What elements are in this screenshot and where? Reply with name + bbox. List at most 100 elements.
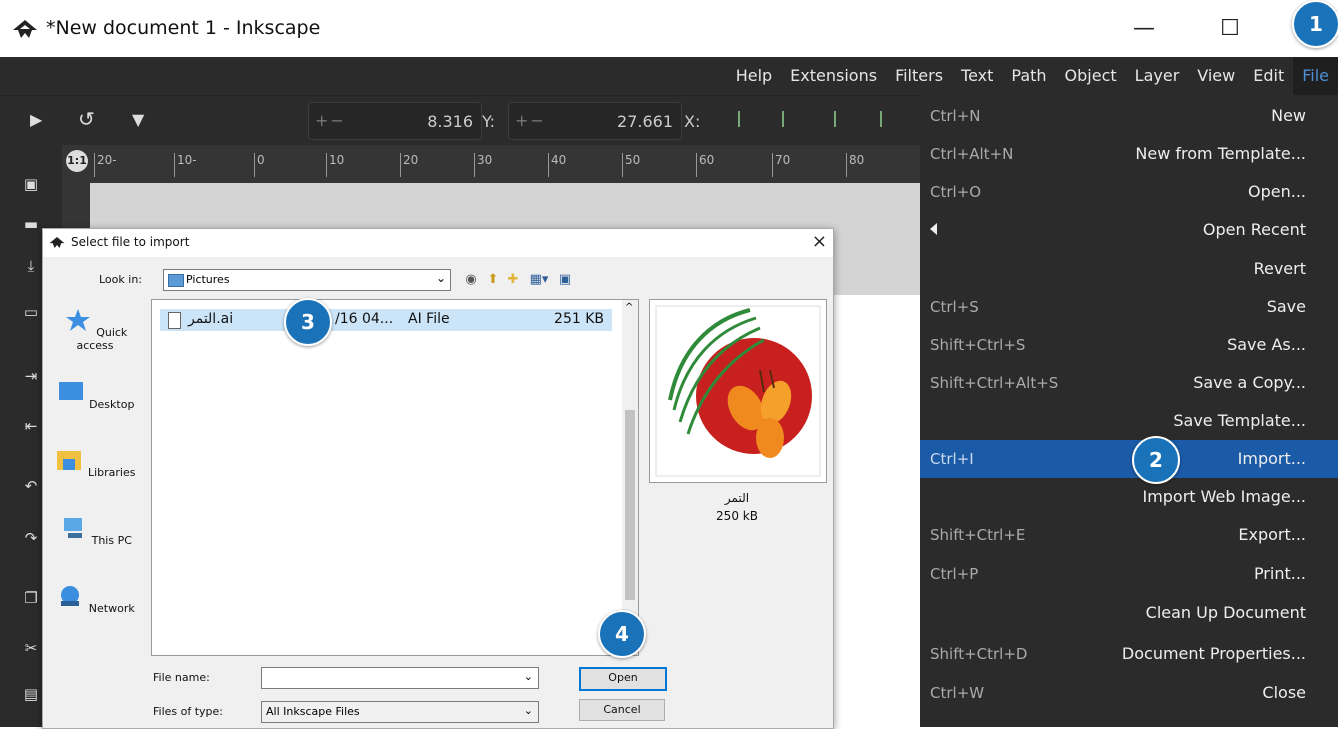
menu-item-new-from-template[interactable]: Ctrl+Alt+N New from Template...	[920, 135, 1338, 173]
menu-item-save-a-copy[interactable]: Shift+Ctrl+Alt+S Save a Copy...	[920, 364, 1338, 402]
align-center-icon[interactable]	[782, 111, 798, 127]
plus-minus-icon[interactable]: +−	[315, 111, 346, 130]
chevron-down-icon[interactable]: ⌄	[524, 670, 533, 683]
menu-item-revert[interactable]: Revert	[920, 250, 1338, 288]
y-coordinate-spinbox[interactable]: +− 8.316	[308, 102, 482, 140]
file-name-input[interactable]: ⌄	[261, 667, 539, 689]
import-icon[interactable]: ⇥	[22, 367, 40, 385]
vertical-scrollbar[interactable]: ^	[622, 300, 638, 655]
place-label: This PC	[91, 534, 132, 547]
menu-item-import-web-image[interactable]: Import Web Image...	[920, 478, 1338, 516]
menu-item-save-template[interactable]: Save Template...	[920, 402, 1338, 440]
menu-view[interactable]: View	[1188, 57, 1244, 95]
scroll-thumb[interactable]	[625, 410, 635, 600]
menu-item-label: Open...	[1248, 182, 1306, 201]
place-network[interactable]: Network	[51, 583, 139, 615]
look-in-select[interactable]: Pictures ⌄	[163, 269, 451, 291]
scroll-up-icon[interactable]: ^	[625, 302, 633, 313]
menu-item-label: Print...	[1253, 564, 1306, 583]
menu-item-save-as[interactable]: Shift+Ctrl+S Save As...	[920, 326, 1338, 364]
place-quick-access[interactable]: Quick access	[51, 307, 139, 352]
menu-help[interactable]: Help	[727, 57, 781, 95]
menu-item-label: Save	[1266, 297, 1306, 316]
maximize-button[interactable]: ☐	[1216, 14, 1244, 42]
y-label: Y:	[482, 112, 496, 131]
align-bottom-icon[interactable]	[880, 111, 896, 127]
file-type: AI File	[408, 311, 450, 327]
plus-minus-icon[interactable]: +−	[515, 111, 546, 130]
save-icon[interactable]: ⤓	[22, 257, 40, 275]
new-folder-icon[interactable]: ✚	[505, 272, 521, 288]
shortcut: Ctrl+P	[930, 565, 979, 583]
tool-controls-bar: ▶ ↺ ▼ +− 8.316 Y: +− 27.661 X:	[0, 95, 920, 146]
redo-icon[interactable]: ↷	[22, 529, 40, 547]
play-icon[interactable]: ▶	[30, 110, 42, 129]
menu-file[interactable]: File	[1293, 57, 1338, 95]
menu-item-label: Open Recent	[1202, 220, 1306, 239]
y-value[interactable]: 8.316	[427, 112, 473, 131]
menu-item-new[interactable]: Ctrl+N New	[920, 97, 1338, 135]
menu-item-label: Import...	[1237, 449, 1306, 468]
undo-icon[interactable]: ↶	[22, 477, 40, 495]
menu-item-export[interactable]: Shift+Ctrl+E Export...	[920, 516, 1338, 554]
network-icon	[61, 586, 80, 606]
menu-object[interactable]: Object	[1056, 57, 1126, 95]
place-label: Desktop	[89, 398, 135, 411]
menu-item-label: Close	[1262, 683, 1306, 702]
inkscape-logo-icon	[13, 20, 37, 38]
rotate-icon[interactable]: ↺	[78, 107, 95, 131]
menu-item-save[interactable]: Ctrl+S Save	[920, 288, 1338, 326]
open-button[interactable]: Open	[579, 667, 667, 691]
menu-item-print[interactable]: Ctrl+P Print...	[920, 555, 1338, 593]
step-badge-2: 2	[1132, 436, 1180, 484]
chevron-down-icon[interactable]: ▼	[132, 110, 144, 129]
back-icon[interactable]: ◉	[463, 272, 479, 288]
file-date: /16 04...	[335, 311, 394, 327]
menu-item-open[interactable]: Ctrl+O Open...	[920, 173, 1338, 211]
menu-text[interactable]: Text	[952, 57, 1002, 95]
zoom-1to1-icon[interactable]: 1:1	[66, 150, 88, 172]
cancel-button[interactable]: Cancel	[579, 699, 665, 721]
preview-toggle-icon[interactable]: ▣	[557, 272, 573, 288]
chevron-down-icon[interactable]: ⌄	[524, 704, 533, 717]
menu-item-label: Save Template...	[1173, 411, 1306, 430]
horizontal-ruler: 20- 10- 0 10 20 30 40 50 60 70 80	[62, 145, 920, 184]
align-left-icon[interactable]	[738, 111, 754, 127]
x-value[interactable]: 27.661	[617, 112, 673, 131]
paste-icon[interactable]: ▤	[22, 685, 40, 703]
new-document-icon[interactable]: ▣	[22, 175, 40, 193]
place-libraries[interactable]: Libraries	[51, 447, 139, 479]
menu-path[interactable]: Path	[1002, 57, 1055, 95]
place-label: Network	[88, 602, 135, 615]
menu-edit[interactable]: Edit	[1244, 57, 1293, 95]
menu-item-import[interactable]: Ctrl+I Import...	[920, 440, 1338, 478]
file-name: التمر.ai	[188, 311, 234, 327]
files-of-type-select[interactable]: All Inkscape Files ⌄	[261, 701, 539, 723]
cut-icon[interactable]: ✂	[22, 639, 40, 657]
place-this-pc[interactable]: This PC	[51, 515, 139, 547]
file-row[interactable]: التمر.ai /16 04... AI File 251 KB	[160, 309, 612, 331]
menu-item-document-properties[interactable]: Shift+Ctrl+D Document Properties...	[920, 635, 1338, 673]
export-icon[interactable]: ⇤	[22, 417, 40, 435]
menu-item-label: Export...	[1238, 525, 1306, 544]
star-icon	[65, 309, 90, 331]
minimize-button[interactable]: —	[1130, 14, 1158, 42]
view-menu-icon[interactable]: ▦▾	[527, 272, 551, 288]
menu-layer[interactable]: Layer	[1126, 57, 1189, 95]
x-coordinate-spinbox[interactable]: +− 27.661	[508, 102, 682, 140]
menu-item-close[interactable]: Ctrl+W Close	[920, 674, 1338, 712]
up-folder-icon[interactable]: ⬆	[485, 272, 501, 288]
print-icon[interactable]: ▭	[22, 303, 40, 321]
ruler-tick: 70	[772, 153, 790, 177]
menu-extensions[interactable]: Extensions	[781, 57, 886, 95]
open-folder-icon[interactable]: ▬	[22, 215, 40, 233]
close-icon[interactable]: ×	[812, 231, 827, 252]
ruler-tick: 30	[474, 153, 492, 177]
align-top-icon[interactable]	[834, 111, 850, 127]
ruler-tick: 40	[548, 153, 566, 177]
menu-item-open-recent[interactable]: Open Recent	[920, 211, 1338, 249]
menu-item-clean-up-document[interactable]: Clean Up Document	[920, 594, 1338, 632]
place-desktop[interactable]: Desktop	[51, 379, 139, 411]
duplicate-icon[interactable]: ❐	[22, 589, 40, 607]
menu-filters[interactable]: Filters	[886, 57, 952, 95]
